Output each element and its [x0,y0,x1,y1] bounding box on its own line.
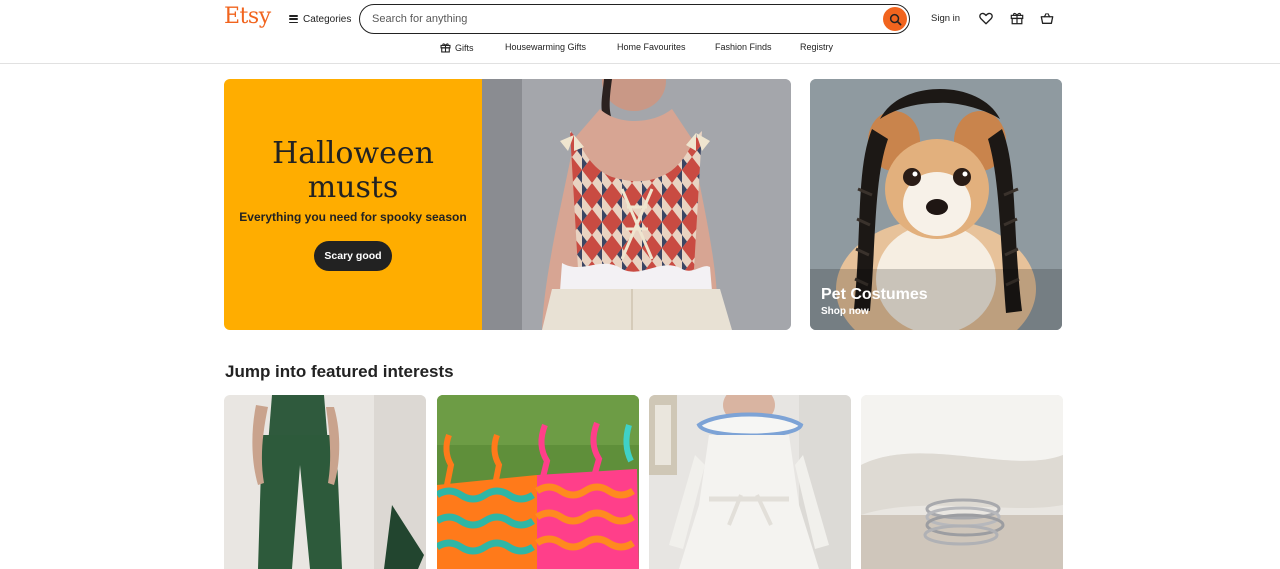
banner-subtitle: Everything you need for spooky season [239,210,467,224]
search-bar [359,4,910,34]
banner-text-panel: Halloween musts Everything you need for … [224,79,482,330]
subnav-label: Fashion Finds [715,42,772,52]
white-costume-photo [649,395,851,569]
banner-title-line2: musts [307,170,399,205]
pet-costumes-title: Pet Costumes [821,286,928,303]
search-button[interactable] [883,7,907,31]
featured-interests-title: Jump into featured interests [225,362,454,381]
subnav-item-housewarming[interactable]: Housewarming Gifts [505,42,586,52]
heart-icon [979,12,993,24]
search-icon [889,13,901,25]
subnav-item-home-favourites[interactable]: Home Favourites [617,42,686,52]
harlequin-corset-illustration [482,79,791,330]
favorites-button[interactable] [978,10,994,26]
knit-tops-photo [437,395,639,569]
banner-title: Halloween musts [224,137,482,205]
subnav-label: Home Favourites [617,42,686,52]
halloween-banner[interactable]: Halloween musts Everything you need for … [224,79,791,330]
sub-navigation: Gifts Housewarming Gifts Home Favourites… [0,42,1280,56]
silver-rings-photo [861,395,1063,569]
harlequin-corset-photo [482,79,791,330]
shop-now-link[interactable]: Shop now [821,306,869,317]
banner-title-line1: Halloween [272,136,434,171]
pet-costumes-card[interactable]: Pet Costumes Shop now [810,79,1062,330]
subnav-item-registry[interactable]: Registry [800,42,833,52]
gift-mode-button[interactable] [1009,10,1025,26]
categories-label: Categories [303,13,352,25]
sign-in-link[interactable]: Sign in [931,13,960,24]
green-suit-photo [224,395,426,569]
featured-tile-white-costume[interactable] [649,395,851,569]
gift-icon [440,43,451,53]
subnav-item-fashion-finds[interactable]: Fashion Finds [715,42,772,52]
etsy-logo[interactable]: Etsy [224,4,271,29]
subnav-label: Registry [800,42,834,52]
subnav-label: Housewarming Gifts [505,42,587,52]
menu-icon [289,15,298,23]
gift-icon [1010,12,1024,25]
basket-icon [1040,12,1054,24]
subnav-label: Gifts [455,42,474,53]
cart-button[interactable] [1039,10,1055,26]
featured-tile-green-suit[interactable] [224,395,426,569]
search-input[interactable] [372,11,872,27]
featured-tile-knit-tops[interactable] [437,395,639,569]
site-header: Etsy Categories Sign in [0,0,1280,64]
subnav-item-gifts[interactable]: Gifts [440,42,474,53]
categories-button[interactable]: Categories [289,11,351,27]
scary-good-button[interactable]: Scary good [314,241,392,271]
featured-tile-silver-rings[interactable] [861,395,1063,569]
